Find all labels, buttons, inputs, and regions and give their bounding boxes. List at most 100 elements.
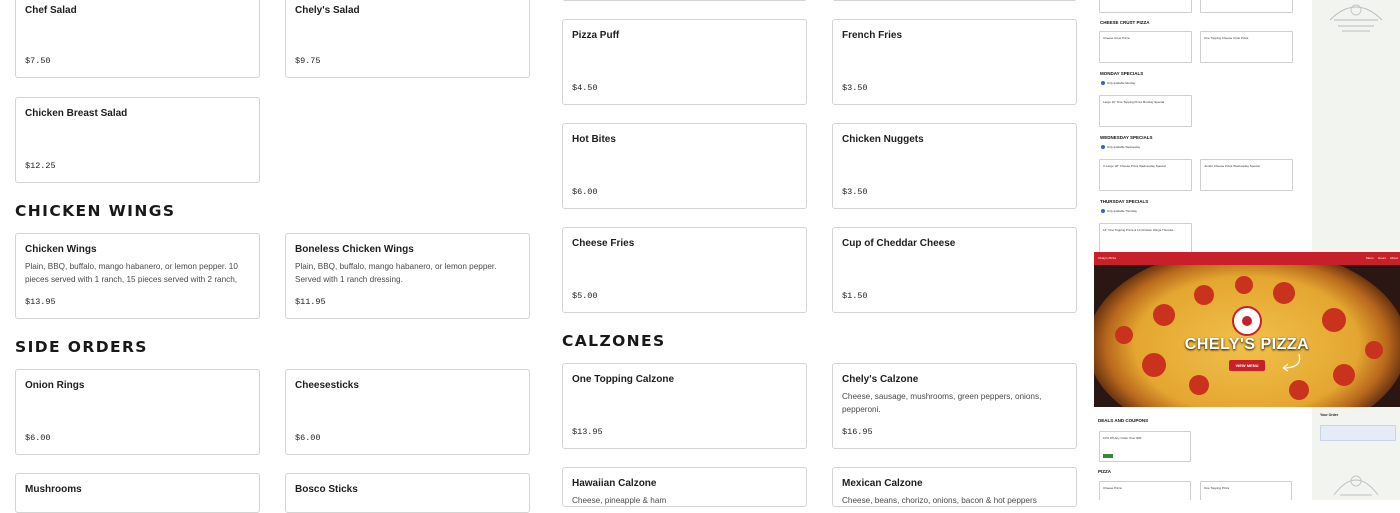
menu-item-name: Chicken Wings bbox=[25, 244, 97, 255]
site-preview-order-panel: Your Order bbox=[1312, 407, 1400, 500]
menu-item-card[interactable]: Chef Salad $7.50 bbox=[15, 0, 260, 78]
menu-item-name: Chef Salad bbox=[25, 5, 77, 16]
menu-item-price: $13.95 bbox=[572, 427, 603, 437]
site-preview-hero: Chely's Pizza Menu Hours About CHELY'S P… bbox=[1094, 252, 1400, 407]
menu-item-name: One Topping Calzone bbox=[572, 374, 675, 385]
preview-card-title: 10% Off Any Order Over $30 bbox=[1103, 436, 1142, 440]
menu-item-card[interactable]: Boneless Chicken Wings Plain, BBQ, buffa… bbox=[285, 233, 530, 319]
preview-nav-link: About bbox=[1390, 256, 1398, 260]
preview-card-title: Large 16" One Topping Pizza Monday Speci… bbox=[1103, 100, 1165, 104]
menu-item-name: Mushrooms bbox=[25, 484, 82, 495]
preview-navbar: Chely's Pizza Menu Hours About bbox=[1094, 252, 1400, 265]
menu-item-price: $3.50 bbox=[842, 187, 868, 197]
menu-item-card[interactable]: Cup of Cheddar Cheese $1.50 bbox=[832, 227, 1077, 313]
pizza-sketch-icon bbox=[1333, 475, 1379, 496]
preview-section-heading: PIZZA bbox=[1098, 469, 1111, 474]
preview-nav-link: Hours bbox=[1378, 256, 1387, 260]
menu-item-price: $6.00 bbox=[25, 433, 51, 443]
preview-card-title: Jumbo Cheese Pizza Wednesday Special bbox=[1204, 164, 1260, 168]
menu-item-card[interactable]: Cheesesticks $6.00 bbox=[285, 369, 530, 455]
menu-item-name: Boneless Chicken Wings bbox=[295, 244, 414, 255]
preview-menu-card: 16" One Topping Pizza & 10 Chicken Wings… bbox=[1099, 223, 1192, 253]
site-preview-side-panel bbox=[1312, 0, 1400, 252]
preview-view-menu-button: VIEW MENU bbox=[1229, 360, 1265, 371]
menu-item-price: $6.00 bbox=[572, 187, 598, 197]
section-title-calzones: CALZONES bbox=[562, 332, 666, 350]
preview-card-title: One Topping Pizza bbox=[1204, 486, 1230, 490]
section-title-chicken-wings: CHICKEN WINGS bbox=[15, 202, 176, 220]
menu-item-name: Chicken Breast Salad bbox=[25, 108, 128, 119]
menu-item-card[interactable]: Chely's Salad $9.75 bbox=[285, 0, 530, 78]
menu-item-card[interactable]: Chicken Breast Salad $12.25 bbox=[15, 97, 260, 183]
menu-item-card[interactable]: Hawaiian Calzone Cheese, pineapple & ham bbox=[562, 467, 807, 507]
menu-item-name: French Fries bbox=[842, 30, 903, 41]
menu-item-card[interactable]: Pizza Puff $4.50 bbox=[562, 19, 807, 105]
menu-item-price: $16.95 bbox=[842, 427, 873, 437]
preview-your-order-title: Your Order bbox=[1320, 413, 1339, 417]
preview-availability-badge: Only available Thursday bbox=[1101, 209, 1137, 214]
preview-nav-brand: Chely's Pizza bbox=[1098, 256, 1116, 260]
preview-card-title: One Topping Cheese Crust Pizza bbox=[1204, 36, 1249, 40]
menu-item-description: Cheese, beans, chorizo, onions, bacon & … bbox=[842, 496, 1037, 505]
menu-item-price: $5.00 bbox=[572, 291, 598, 301]
menu-item-card[interactable] bbox=[562, 0, 807, 1]
menu-item-price: $9.75 bbox=[295, 56, 321, 66]
info-dot-icon bbox=[1101, 209, 1105, 214]
preview-card-title: Cheese Crust Pizza bbox=[1103, 36, 1130, 40]
menu-item-name: Hawaiian Calzone bbox=[572, 478, 657, 489]
menu-item-card[interactable]: Onion Rings $6.00 bbox=[15, 369, 260, 455]
preview-menu-card: One Topping Cheese Crust Pizza bbox=[1200, 31, 1293, 63]
preview-menu-card: 10% Off Any Order Over $30 bbox=[1099, 431, 1191, 462]
menu-item-price: $1.50 bbox=[842, 291, 868, 301]
deal-tag bbox=[1103, 454, 1113, 458]
menu-item-price: $6.00 bbox=[295, 433, 321, 443]
menu-item-card[interactable]: One Topping Calzone $13.95 bbox=[562, 363, 807, 449]
menu-item-name: Hot Bites bbox=[572, 134, 616, 145]
menu-item-name: Mexican Calzone bbox=[842, 478, 923, 489]
curved-arrow-icon bbox=[1282, 353, 1301, 372]
preview-section-heading: WEDNESDAY SPECIALS bbox=[1100, 135, 1153, 140]
menu-item-card[interactable] bbox=[832, 0, 1077, 1]
menu-item-description: Plain, BBQ, buffalo, mango habanero, or … bbox=[295, 262, 497, 284]
menu-item-card[interactable]: Chicken Nuggets $3.50 bbox=[832, 123, 1077, 209]
menu-item-price: $11.95 bbox=[295, 297, 326, 307]
menu-item-card[interactable]: Mexican Calzone Cheese, beans, chorizo, … bbox=[832, 467, 1077, 507]
menu-item-price: $12.25 bbox=[25, 161, 56, 171]
menu-item-name: Chely's Calzone bbox=[842, 374, 919, 385]
preview-card-title: 16" One Topping Pizza & 10 Chicken Wings… bbox=[1103, 228, 1176, 232]
preview-menu-card: Cheese Pizza bbox=[1099, 481, 1191, 500]
menu-item-price: $3.50 bbox=[842, 83, 868, 93]
menu-item-card[interactable]: Mushrooms bbox=[15, 473, 260, 513]
menu-item-price: $7.50 bbox=[25, 56, 51, 66]
menu-item-card[interactable]: French Fries $3.50 bbox=[832, 19, 1077, 105]
info-dot-icon bbox=[1101, 81, 1105, 86]
menu-item-price: $4.50 bbox=[572, 83, 598, 93]
section-title-side-orders: SIDE ORDERS bbox=[15, 338, 148, 356]
menu-item-name: Cup of Cheddar Cheese bbox=[842, 238, 956, 249]
menu-item-name: Chicken Nuggets bbox=[842, 134, 924, 145]
menu-item-name: Chely's Salad bbox=[295, 5, 360, 16]
pizza-sketch-icon bbox=[1329, 4, 1383, 32]
menu-item-card[interactable]: Chely's Calzone Cheese, sausage, mushroo… bbox=[832, 363, 1077, 449]
menu-item-description: Cheese, sausage, mushrooms, green pepper… bbox=[842, 392, 1042, 414]
menu-item-name: Bosco Sticks bbox=[295, 484, 358, 495]
menu-item-card[interactable]: Cheese Fries $5.00 bbox=[562, 227, 807, 313]
preview-hero-title: CHELY'S PIZZA bbox=[1184, 336, 1310, 353]
menu-item-name: Cheese Fries bbox=[572, 238, 635, 249]
menu-item-price: $13.95 bbox=[25, 297, 56, 307]
preview-section-heading: DEALS AND COUPONS bbox=[1098, 418, 1149, 423]
preview-section-heading: MONDAY SPECIALS bbox=[1100, 71, 1144, 76]
menu-item-card[interactable]: Chicken Wings Plain, BBQ, buffalo, mango… bbox=[15, 233, 260, 319]
preview-order-info-box bbox=[1320, 425, 1396, 441]
preview-menu-card: X-Large 18" Cheese Pizza Wednesday Speci… bbox=[1099, 159, 1192, 191]
menu-item-card[interactable]: Bosco Sticks bbox=[285, 473, 530, 513]
preview-menu-card: Large 16" One Topping Pizza Monday Speci… bbox=[1099, 95, 1192, 127]
menu-item-card[interactable]: Hot Bites $6.00 bbox=[562, 123, 807, 209]
preview-menu-card: One Topping Pizza bbox=[1200, 481, 1292, 500]
preview-nav-link: Menu bbox=[1366, 256, 1374, 260]
preview-menu-card: Cheese Crust Pizza bbox=[1099, 31, 1192, 63]
preview-availability-badge: Only available Wednesday bbox=[1101, 145, 1140, 150]
preview-section-heading: CHEESE CRUST PIZZA bbox=[1100, 20, 1150, 25]
preview-menu-card bbox=[1099, 0, 1192, 13]
preview-menu-card: Jumbo Cheese Pizza Wednesday Special bbox=[1200, 159, 1293, 191]
